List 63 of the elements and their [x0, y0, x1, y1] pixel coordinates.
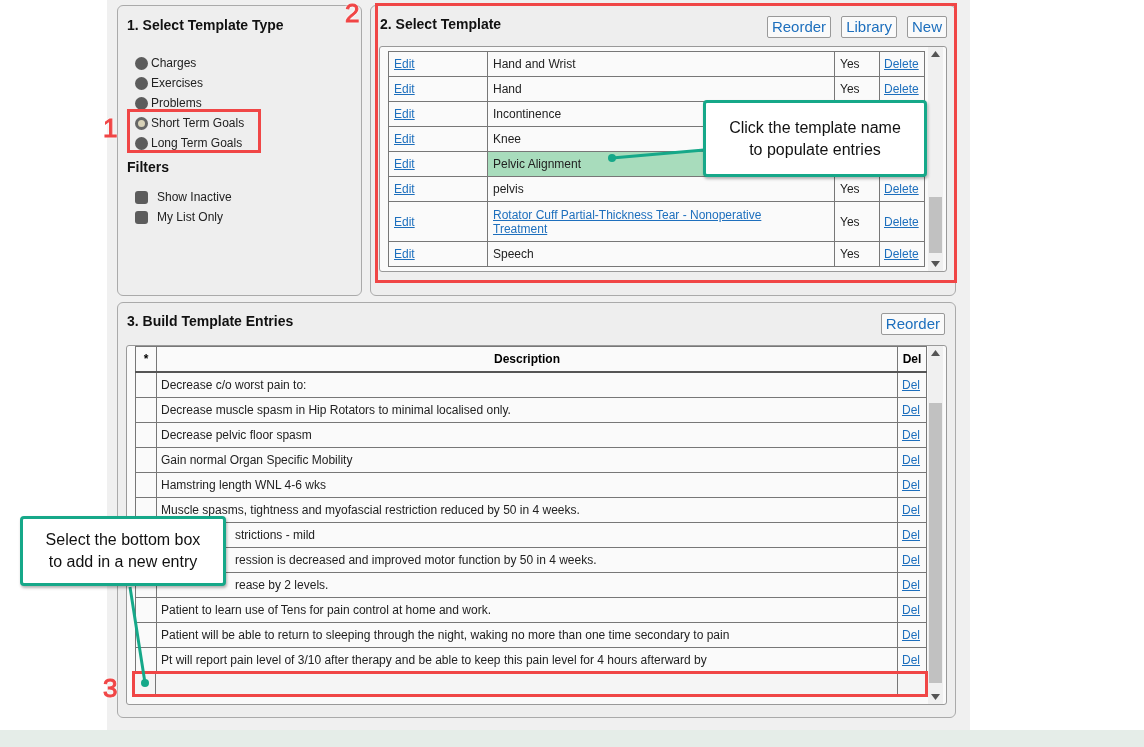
header-button[interactable]: Reorder — [766, 16, 832, 38]
active-value: Yes — [840, 182, 860, 196]
edit-link[interactable]: Edit — [394, 107, 415, 121]
template-name[interactable]: Pelvic Alignment — [493, 157, 582, 171]
active-value: Yes — [840, 57, 860, 71]
edit-link[interactable]: Edit — [394, 247, 415, 261]
template-name[interactable]: Hand and Wrist — [493, 57, 576, 71]
radio-button[interactable] — [135, 96, 148, 110]
entry-description[interactable]: Decrease pelvic floor spasm — [161, 427, 312, 442]
edit-link[interactable]: Edit — [394, 57, 415, 71]
checkbox[interactable] — [135, 190, 148, 204]
edit-link[interactable]: Edit — [394, 132, 415, 146]
panel-title: 1. Select Template Type — [127, 17, 285, 33]
entry-description[interactable]: Decrease c/o worst pain to: — [161, 377, 307, 392]
filter-label[interactable]: Show Inactive — [157, 190, 232, 204]
scroll-thumb[interactable] — [929, 197, 942, 253]
radio-button[interactable] — [135, 76, 148, 90]
column-header: * — [135, 346, 157, 372]
template-name[interactable]: Hand — [493, 82, 522, 96]
radio-button[interactable] — [135, 136, 148, 150]
scroll-up-icon[interactable] — [931, 350, 940, 356]
option-label[interactable]: Problems — [151, 96, 202, 110]
template-name[interactable]: Incontinence — [493, 107, 562, 121]
active-value: Yes — [840, 247, 860, 261]
step-number: 2 — [345, 0, 360, 29]
scroll-thumb[interactable] — [929, 403, 942, 683]
scrollbar[interactable] — [928, 346, 943, 704]
new-entry-field[interactable] — [132, 670, 928, 697]
option-label[interactable]: Long Term Goals — [151, 136, 243, 150]
radio-button[interactable] — [135, 56, 148, 70]
edit-link[interactable]: Edit — [394, 214, 415, 229]
checkbox[interactable] — [135, 210, 148, 224]
option-label[interactable]: Charges — [151, 56, 197, 70]
filters-title: Filters — [127, 159, 170, 175]
scrollbar[interactable] — [928, 47, 943, 271]
header-button[interactable]: Library — [841, 16, 897, 38]
edit-link[interactable]: Edit — [394, 82, 415, 96]
radio-button[interactable] — [135, 116, 148, 130]
entry-description[interactable]: Hamstring length WNL 4-6 wks — [161, 477, 326, 492]
option-label[interactable]: Exercises — [151, 76, 203, 90]
active-value: Yes — [840, 82, 860, 96]
scroll-down-icon[interactable] — [931, 261, 940, 267]
step-number: 3 — [103, 673, 118, 704]
hint-tooltip: Select the bottom box to add in a new entry — [20, 516, 226, 586]
column-header: Description — [156, 346, 898, 372]
step-number: 1 — [103, 113, 118, 144]
scroll-down-icon[interactable] — [931, 694, 940, 700]
hint-tooltip: Click the template name to populate entries — [703, 100, 927, 177]
panel-title: 2. Select Template — [380, 16, 502, 32]
header-button[interactable]: New — [907, 16, 947, 38]
entry-description[interactable]: Gain normal Organ Specific Mobility — [161, 452, 353, 467]
option-label[interactable]: Short Term Goals — [151, 116, 245, 130]
filter-label[interactable]: My List Only — [157, 210, 223, 224]
template-name[interactable]: Speech — [493, 247, 534, 261]
edit-link[interactable]: Edit — [394, 157, 415, 171]
edit-link[interactable]: Edit — [394, 182, 415, 196]
active-value: Yes — [840, 214, 860, 229]
column-header: Del — [897, 346, 927, 372]
panel-title: 3. Build Template Entries — [127, 313, 294, 329]
template-name[interactable]: Knee — [493, 132, 522, 146]
reorder-button[interactable]: Reorder — [880, 313, 945, 335]
template-name[interactable]: pelvis — [493, 182, 524, 196]
scroll-up-icon[interactable] — [931, 51, 940, 57]
